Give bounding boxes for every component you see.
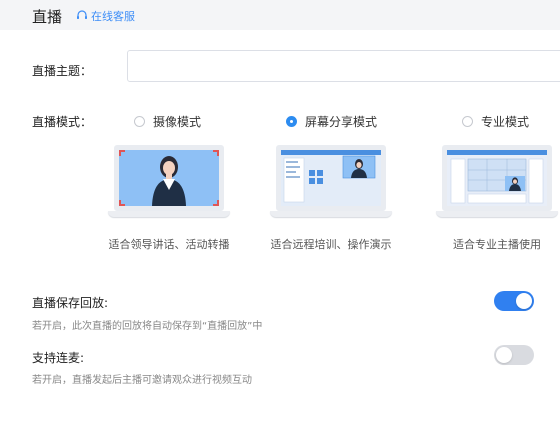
professional-studio-image <box>447 150 547 206</box>
toggle-knob <box>496 347 512 363</box>
radio-professional[interactable] <box>462 116 473 127</box>
mode-option-professional[interactable]: 专业模式 <box>462 113 529 130</box>
co-host-toggle[interactable] <box>494 345 534 365</box>
mode-option-screen-share[interactable]: 屏幕分享模式 <box>286 113 377 130</box>
topic-input[interactable] <box>127 50 560 82</box>
topic-label: 直播主题： <box>32 64 93 78</box>
customer-service-label: 在线客服 <box>91 10 135 23</box>
screen-share-caption: 适合远程培训、操作演示 <box>270 238 392 251</box>
co-host-title: 支持连麦: <box>32 351 85 365</box>
radio-screen-share[interactable] <box>286 116 297 127</box>
save-replay-desc: 若开启，此次直播的回放将自动保存到“直播回放”中 <box>32 321 263 332</box>
mode-option-label: 摄像模式 <box>153 115 202 129</box>
customer-service-link[interactable]: 在线客服 <box>76 8 135 24</box>
presenter-image <box>119 150 219 206</box>
toggle-knob <box>516 293 532 309</box>
professional-mode-illustration[interactable] <box>436 145 558 217</box>
page-title: 直播 <box>32 8 63 26</box>
camera-mode-caption: 适合领导讲话、活动转播 <box>108 238 230 251</box>
camera-mode-illustration[interactable] <box>108 145 230 217</box>
mode-option-label: 专业模式 <box>481 115 530 129</box>
page-header: 直播 在线客服 <box>0 0 560 30</box>
desktop-share-image <box>281 150 381 206</box>
co-host-desc: 若开启，直播发起后主播可邀请观众进行视频互动 <box>32 375 252 386</box>
professional-mode-caption: 适合专业主播使用 <box>453 238 541 251</box>
mode-option-camera[interactable]: 摄像模式 <box>134 113 201 130</box>
radio-camera[interactable] <box>134 116 145 127</box>
save-replay-title: 直播保存回放: <box>32 296 109 310</box>
headset-icon <box>77 10 87 19</box>
save-replay-toggle[interactable] <box>494 291 534 311</box>
screen-share-illustration[interactable] <box>270 145 392 217</box>
mode-label: 直播模式： <box>32 115 93 129</box>
mode-option-label: 屏幕分享模式 <box>305 115 378 129</box>
